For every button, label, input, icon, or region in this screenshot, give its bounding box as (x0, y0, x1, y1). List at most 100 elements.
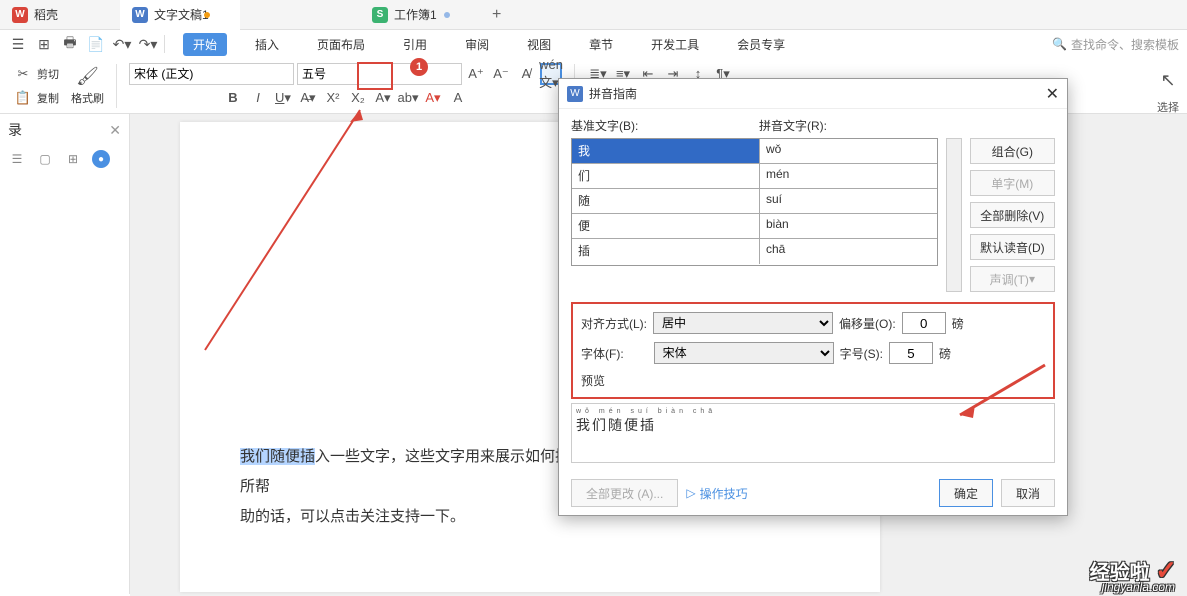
text-run-2: 助的话，可以点击关注支持一下。 (240, 508, 465, 525)
modified-dot (204, 12, 210, 18)
nav-icon-3[interactable]: ⊞ (64, 150, 82, 168)
font-select[interactable]: 宋体 (654, 342, 834, 364)
font-size-select[interactable] (297, 63, 462, 85)
save-icon[interactable]: ☰ (8, 34, 28, 54)
tab-start[interactable]: 开始 (183, 33, 227, 56)
scrollbar[interactable] (946, 138, 962, 292)
dialog-titlebar[interactable]: W 拼音指南 ✕ (559, 79, 1067, 109)
tab-dev[interactable]: 开发工具 (641, 33, 709, 56)
pinyin-cell[interactable]: chā (760, 239, 937, 264)
brush-group[interactable]: 🖌 格式刷 (67, 66, 108, 106)
combine-button[interactable]: 组合(G) (970, 138, 1055, 164)
tab-doc1[interactable]: W 文字文稿1 (120, 0, 240, 30)
change-all-button[interactable]: 全部更改 (A)... (571, 479, 678, 507)
highlight-icon[interactable]: ab▾ (397, 87, 419, 109)
align-select[interactable]: 居中 (653, 312, 833, 334)
tab-member[interactable]: 会员专享 (727, 33, 795, 56)
select-label[interactable]: 选择 (1157, 99, 1179, 115)
add-tab-button[interactable]: + (480, 6, 513, 24)
shrink-font-icon[interactable]: A⁻ (490, 63, 512, 85)
copy-label: 复制 (37, 90, 59, 106)
close-icon[interactable]: ✕ (1046, 84, 1059, 104)
nav-icon-2[interactable]: ▢ (36, 150, 54, 168)
offset-label: 偏移量(O): (839, 315, 896, 332)
grow-font-icon[interactable]: A⁺ (465, 63, 487, 85)
pinyin-cell[interactable]: mén (760, 164, 937, 188)
tab-reference[interactable]: 引用 (393, 33, 437, 56)
dialog-footer: 全部更改 (A)... ▷ 操作技巧 确定 取消 (559, 471, 1067, 515)
clear-format-icon[interactable]: A̸ (515, 63, 537, 85)
tab-label: 工作簿1 (394, 6, 437, 23)
separator (164, 35, 165, 53)
brush-icon: 🖌 (77, 66, 99, 88)
cancel-button[interactable]: 取消 (1001, 479, 1055, 507)
tab-insert[interactable]: 插入 (245, 33, 289, 56)
navigation-panel: 录 ✕ ☰ ▢ ⊞ ● (0, 114, 130, 594)
new-icon[interactable]: ⊞ (34, 34, 54, 54)
base-cell[interactable]: 们 (572, 164, 760, 188)
offset-input[interactable] (902, 312, 946, 334)
panel-title: 录 (8, 120, 22, 140)
default-reading-button[interactable]: 默认读音(D) (970, 234, 1055, 260)
phonetic-guide-dialog: W 拼音指南 ✕ 基准文字(B): 拼音文字(R): 我 wǒ 们 mén 随 … (558, 78, 1068, 516)
tab-label: 文字文稿1 (154, 6, 209, 23)
cursor-icon[interactable]: ↖ (1160, 70, 1175, 91)
close-icon[interactable]: ✕ (109, 122, 121, 139)
tab-view[interactable]: 视图 (517, 33, 561, 56)
annotation-arrow-1 (195, 100, 375, 360)
play-icon: ▷ (686, 486, 695, 500)
change-case-icon[interactable]: A▾ (372, 87, 394, 109)
base-cell[interactable]: 我 (572, 139, 760, 163)
nav-icon-1[interactable]: ☰ (8, 150, 26, 168)
pinyin-text-label: 拼音文字(R): (759, 117, 827, 134)
base-cell[interactable]: 便 (572, 214, 760, 238)
word-icon: W (132, 7, 148, 23)
dialog-title: 拼音指南 (589, 85, 637, 102)
annotation-arrow-2 (945, 360, 1055, 430)
separator (116, 64, 117, 108)
base-text-label: 基准文字(B): (571, 117, 759, 134)
search-icon: 🔍 (1052, 37, 1067, 51)
font-color-icon[interactable]: A▾ (422, 87, 444, 109)
delete-all-button[interactable]: 全部删除(V) (970, 202, 1055, 228)
unit-label: 磅 (952, 315, 964, 332)
pinyin-cell[interactable]: biàn (760, 214, 937, 238)
tips-link[interactable]: ▷ 操作技巧 (686, 485, 747, 502)
char-border-icon[interactable]: A (447, 87, 469, 109)
tab-home[interactable]: W 稻壳 (0, 0, 120, 30)
tab-layout[interactable]: 页面布局 (307, 33, 375, 56)
table-row[interactable]: 我 wǒ (572, 139, 937, 164)
undo-icon[interactable]: ↶▾ (112, 34, 132, 54)
base-cell[interactable]: 插 (572, 239, 760, 264)
table-row[interactable]: 们 mén (572, 164, 937, 189)
unit-label: 磅 (939, 345, 951, 362)
selected-text: 我们随便插 (240, 448, 315, 465)
cut-icon[interactable]: ✂ (12, 63, 34, 85)
table-row[interactable]: 随 suí (572, 189, 937, 214)
print-icon[interactable]: 📄 (86, 34, 106, 54)
nav-icon-4[interactable]: ● (92, 150, 110, 168)
search-box[interactable]: 🔍 查找命令、搜索模板 (1052, 36, 1179, 53)
pinyin-cell[interactable]: wǒ (760, 139, 937, 163)
tab-chapter[interactable]: 章节 (579, 33, 623, 56)
save-as-icon[interactable]: 🖶 (60, 34, 80, 54)
table-row[interactable]: 插 chā (572, 239, 937, 264)
copy-icon[interactable]: 📋 (12, 87, 34, 109)
brush-label: 格式刷 (71, 90, 104, 106)
size-label: 字号(S): (840, 345, 883, 362)
pinyin-cell[interactable]: suí (760, 189, 937, 213)
redo-icon[interactable]: ↷▾ (138, 34, 158, 54)
table-row[interactable]: 便 biàn (572, 214, 937, 239)
base-cell[interactable]: 随 (572, 189, 760, 213)
watermark-url: jingyanla.com (1102, 580, 1175, 594)
ribbon-tabs: 开始 插入 页面布局 引用 审阅 视图 章节 开发工具 会员专享 (183, 33, 795, 56)
tab-review[interactable]: 审阅 (455, 33, 499, 56)
pinyin-table[interactable]: 我 wǒ 们 mén 随 suí 便 biàn 插 chā (571, 138, 938, 266)
tone-button[interactable]: 声调(T) ▾ (970, 266, 1055, 292)
single-button[interactable]: 单字(M) (970, 170, 1055, 196)
sheet-icon: S (372, 7, 388, 23)
tab-sheet1[interactable]: S 工作簿1 (360, 0, 480, 30)
font-name-select[interactable] (129, 63, 294, 85)
ok-button[interactable]: 确定 (939, 479, 993, 507)
size-input[interactable] (889, 342, 933, 364)
